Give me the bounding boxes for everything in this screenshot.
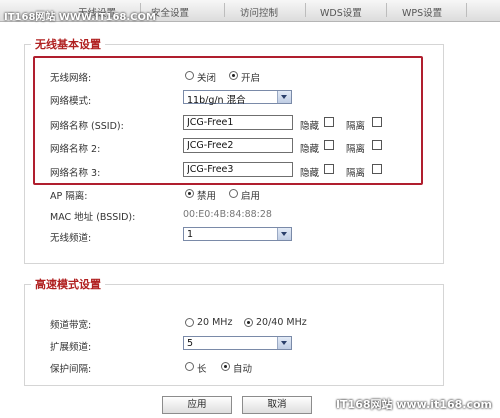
ssid3-label: 网络名称 3:	[50, 168, 101, 179]
guard-auto-label: 自动	[233, 364, 253, 375]
ssid3-isolate-checkbox[interactable]	[372, 164, 382, 174]
ssid2-isolate-checkbox[interactable]	[372, 140, 382, 150]
wireless-off-label: 关闭	[197, 73, 217, 84]
ssid3-isolate-label: 隔离	[346, 168, 366, 179]
ap-isolation-enable-label: 启用	[241, 191, 261, 202]
advanced-settings-title: 高速模式设置	[31, 276, 105, 292]
guard-auto-radio[interactable]	[221, 362, 230, 371]
ext-channel-value: 5	[187, 338, 194, 349]
guard-long-radio[interactable]	[185, 362, 194, 371]
ssid3-input[interactable]	[183, 162, 293, 177]
ssid1-input[interactable]	[183, 115, 293, 130]
nav-separator	[224, 3, 225, 17]
chevron-down-icon	[277, 228, 291, 240]
nav-tab-access-control[interactable]: 访问控制	[240, 5, 278, 19]
ssid2-isolate-label: 隔离	[346, 144, 366, 155]
bandwidth-label: 频道带宽:	[50, 320, 92, 331]
ssid2-hide-checkbox[interactable]	[324, 140, 334, 150]
ssid3-hide-label: 隐藏	[300, 168, 320, 179]
ap-isolation-enable-radio[interactable]	[229, 189, 238, 198]
network-mode-value: 11b/g/n 混合	[187, 95, 246, 106]
ssid1-hide-checkbox[interactable]	[324, 117, 334, 127]
ext-channel-label: 扩展频道:	[50, 342, 92, 353]
wireless-off-radio[interactable]	[185, 71, 194, 80]
ssid2-label: 网络名称 2:	[50, 144, 101, 155]
nav-separator	[466, 3, 467, 17]
ssid1-isolate-label: 隔离	[346, 121, 366, 132]
nav-tab-wds[interactable]: WDS设置	[320, 5, 362, 19]
ssid1-hide-label: 隐藏	[300, 121, 320, 132]
ssid2-input[interactable]	[183, 138, 293, 153]
wireless-network-label: 无线网络:	[50, 73, 92, 84]
watermark-top: IT168网站 WWW.IT168.COM	[4, 12, 156, 23]
guard-long-label: 长	[197, 364, 207, 375]
nav-separator	[386, 3, 387, 17]
ssid1-label: 网络名称 (SSID):	[50, 121, 124, 132]
ext-channel-select[interactable]: 5	[183, 336, 292, 350]
nav-tab-security[interactable]: 安全设置	[151, 5, 189, 19]
ap-isolation-disable-label: 禁用	[197, 191, 217, 202]
wireless-on-radio[interactable]	[229, 71, 238, 80]
channel-label: 无线频道:	[50, 233, 92, 244]
ssid3-hide-checkbox[interactable]	[324, 164, 334, 174]
bandwidth-2040-label: 20/40 MHz	[256, 317, 307, 328]
ap-isolation-label: AP 隔离:	[50, 191, 88, 202]
mac-address-label: MAC 地址 (BSSID):	[50, 212, 136, 223]
guard-interval-label: 保护间隔:	[50, 364, 92, 375]
ssid1-isolate-checkbox[interactable]	[372, 117, 382, 127]
ap-isolation-disable-radio[interactable]	[185, 189, 194, 198]
channel-value: 1	[187, 229, 194, 240]
bandwidth-20-radio[interactable]	[185, 318, 194, 327]
network-mode-label: 网络模式:	[50, 96, 92, 107]
nav-tab-wps[interactable]: WPS设置	[402, 5, 442, 19]
bandwidth-20-label: 20 MHz	[197, 317, 233, 328]
wireless-on-label: 开启	[241, 73, 261, 84]
chevron-down-icon	[277, 337, 291, 349]
chevron-down-icon	[277, 91, 291, 103]
ssid2-hide-label: 隐藏	[300, 144, 320, 155]
channel-select[interactable]: 1	[183, 227, 292, 241]
cancel-button[interactable]: 取消	[242, 396, 312, 414]
apply-button[interactable]: 应用	[162, 396, 232, 414]
watermark-bottom: IT168网站 www.it168.com	[335, 398, 492, 411]
bandwidth-2040-radio[interactable]	[244, 318, 253, 327]
nav-separator	[305, 3, 306, 17]
network-mode-select[interactable]: 11b/g/n 混合	[183, 90, 292, 106]
basic-settings-title: 无线基本设置	[31, 36, 105, 52]
mac-address-value: 00:E0:4B:84:88:28	[183, 209, 272, 220]
